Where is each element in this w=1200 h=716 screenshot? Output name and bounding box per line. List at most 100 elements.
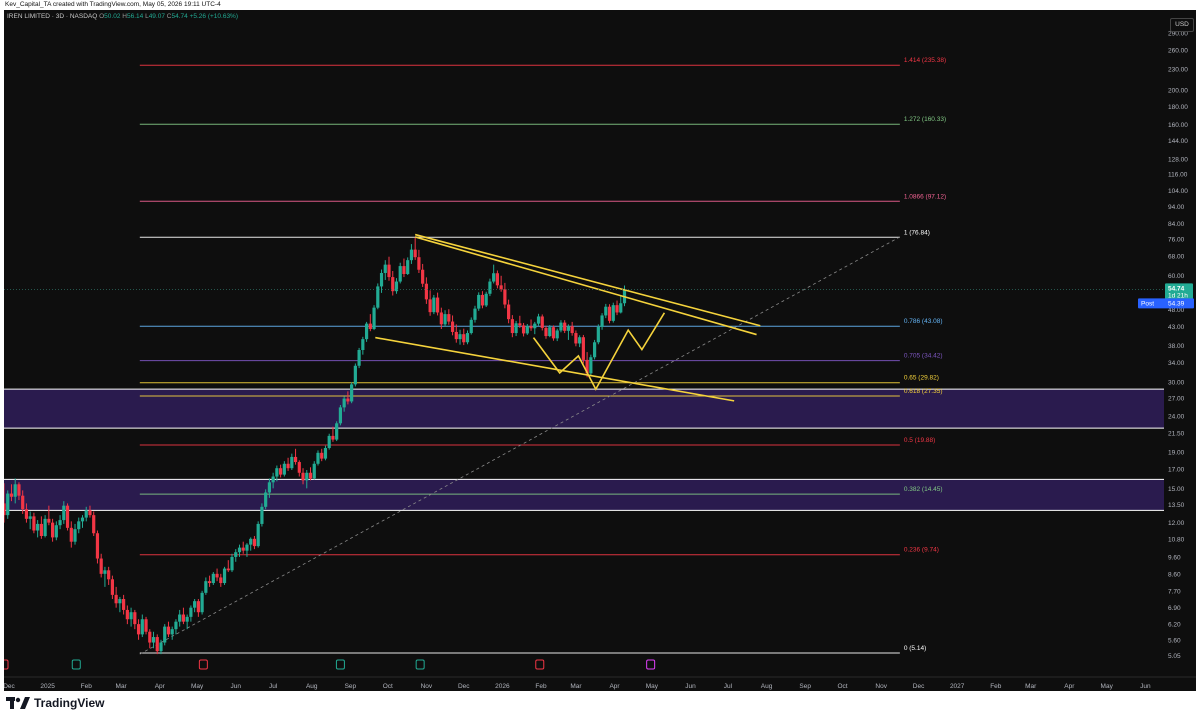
candle-body (320, 452, 324, 459)
candle-body (447, 314, 451, 322)
candle-body (312, 463, 316, 479)
fib-level-label: 1 (76.84) (904, 229, 930, 236)
candle-body (122, 599, 126, 610)
candle-body (465, 333, 470, 343)
candle-body (495, 273, 500, 286)
price-tick-label: 260.00 (1168, 47, 1188, 54)
candle-body (193, 601, 197, 608)
candle-body (178, 614, 182, 622)
candle-body (338, 407, 343, 424)
time-tick-label: Nov (875, 683, 887, 690)
candle-body (563, 322, 567, 331)
candle-body (439, 312, 443, 325)
time-tick-label: Mar (570, 683, 582, 690)
change-value: +5.26 (+10.63%) (189, 13, 239, 20)
candle-body (510, 319, 514, 334)
time-tick-label: Nov (421, 683, 433, 690)
time-tick-label: Feb (81, 683, 93, 690)
candle-body (286, 463, 290, 469)
wedge-trend-line (414, 233, 761, 327)
wedge-trend-line (414, 236, 757, 336)
time-tick-label: Sep (799, 683, 811, 690)
time-tick-label: Feb (535, 683, 547, 690)
candle-body (469, 319, 473, 334)
candle-body (114, 594, 118, 604)
earnings-event-icon (335, 659, 345, 670)
candle-body (219, 577, 223, 584)
candle-body (536, 316, 541, 324)
price-tick-label: 9.60 (1168, 554, 1181, 561)
candle-body (450, 321, 455, 332)
candle-body (383, 264, 387, 273)
candle-body (230, 556, 234, 571)
candle-body (323, 448, 328, 459)
candle-body (163, 626, 167, 643)
time-tick-label: Mar (116, 683, 128, 690)
candle-body (379, 272, 384, 287)
price-tick-label: 6.20 (1168, 622, 1181, 629)
candle-body (54, 525, 58, 538)
earnings-event-icon (198, 659, 208, 670)
candle-body (578, 337, 582, 344)
price-tick-label: 10.80 (1168, 536, 1185, 543)
fib-level-label: 0.786 (43.08) (904, 318, 943, 325)
candle-body (271, 476, 275, 483)
candle-body (189, 607, 193, 617)
time-tick-label: Apr (155, 683, 166, 690)
low-value: 49.07 (148, 13, 165, 20)
candle-body (342, 398, 346, 408)
price-tick-label: 19.00 (1168, 450, 1185, 457)
candle-body (615, 305, 619, 313)
price-tick-label: 200.00 (1168, 88, 1188, 95)
price-tick-label: 30.00 (1168, 379, 1185, 386)
time-tick-label: Dec (913, 683, 925, 690)
post-market-tag: Post (1141, 300, 1154, 307)
candle-body (185, 616, 189, 622)
fib-level-label: 0.705 (34.42) (904, 353, 943, 360)
zones-layer (4, 388, 1164, 511)
candle-body (256, 523, 260, 547)
candle-body (335, 423, 339, 440)
candle-body (99, 558, 103, 574)
export-header: Kev_Capital_TA created with TradingView.… (0, 0, 1200, 10)
candle-body (6, 493, 10, 516)
candle-body (151, 637, 156, 643)
price-tick-label: 27.00 (1168, 395, 1185, 402)
currency-button[interactable]: USD (1170, 18, 1194, 32)
fib-layer: 1.414 (235.38) 1.272 (160.33) 1.0866 (97.1… (139, 57, 946, 654)
tradingview-logo[interactable]: TradingView (6, 696, 104, 710)
chart-pane[interactable]: 1.414 (235.38) 1.272 (160.33) 1.0866 (97.1… (4, 10, 1196, 691)
candle-body (596, 326, 600, 343)
fib-level-label: 1.272 (160.33) (904, 116, 946, 123)
candle-body (417, 257, 421, 270)
candle-body (17, 484, 21, 496)
time-tick-label: May (646, 683, 659, 690)
candle-body (361, 339, 365, 350)
price-tick-label: 76.00 (1168, 236, 1185, 243)
candle-body (473, 308, 477, 320)
fib-level-label: 0.618 (27.35) (904, 388, 943, 395)
price-tick-label: 144.00 (1168, 138, 1188, 145)
price-chart[interactable]: 1.414 (235.38) 1.272 (160.33) 1.0866 (97.1… (4, 10, 1196, 691)
time-tick-label: Apr (609, 683, 620, 690)
time-tick-label: Aug (306, 683, 318, 690)
candle-body (327, 435, 331, 449)
candle-body (364, 323, 369, 340)
close-value: 54.74 (171, 13, 188, 20)
candle-body (454, 331, 458, 340)
candle-body (207, 581, 212, 584)
candle-body (424, 283, 428, 300)
price-tick-label: 34.00 (1168, 360, 1185, 367)
bar-countdown: 1d 21h (1168, 292, 1188, 299)
candle-body (290, 456, 294, 469)
candle-body (241, 547, 245, 551)
price-tick-label: 15.00 (1168, 486, 1185, 493)
candle-body (107, 570, 111, 580)
candle-body (514, 323, 518, 334)
candle-body (611, 305, 615, 321)
fib-level-label: 0 (5.14) (904, 645, 926, 652)
candle-body (249, 538, 253, 545)
candle-body (293, 456, 298, 463)
candle-body (222, 568, 227, 584)
candle-body (275, 468, 279, 477)
